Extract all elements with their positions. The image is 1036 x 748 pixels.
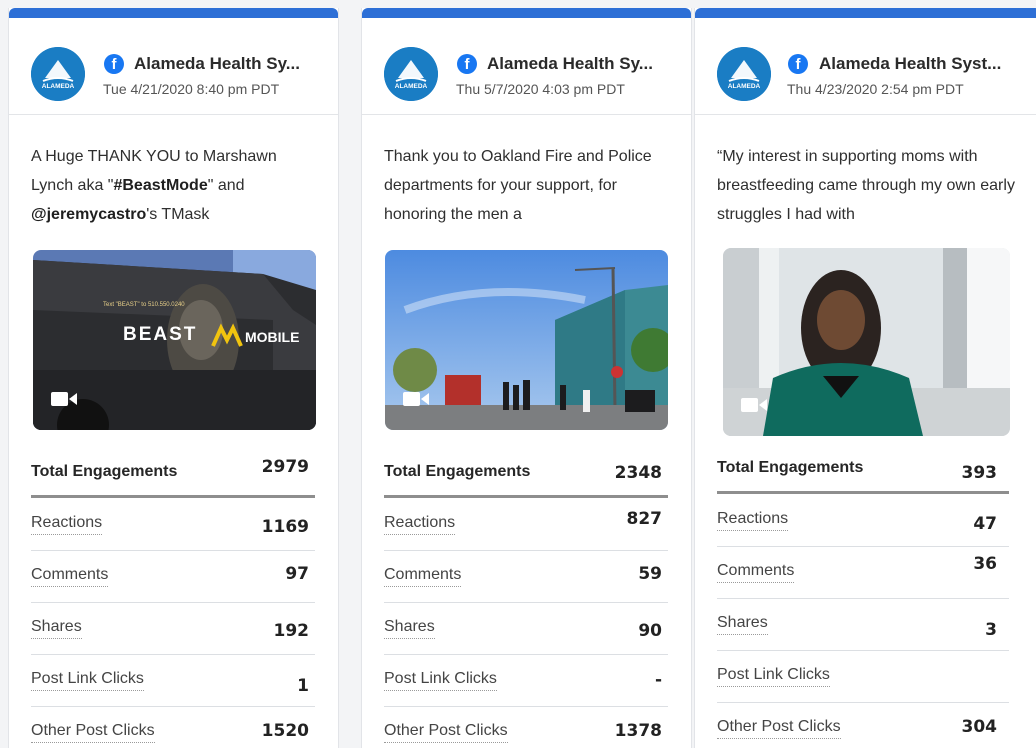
van-sub-text: Text "BEAST" to 510.550.0240: [103, 302, 185, 308]
card-accent-bar: [695, 8, 1036, 18]
video-camera-icon: [741, 398, 767, 412]
metric-label: Total Engagements: [31, 463, 178, 480]
post-video-thumbnail[interactable]: [723, 248, 1010, 436]
metric-other-post-clicks: Other Post Clicks 1520: [31, 706, 315, 748]
post-text-part: 's TMask: [146, 206, 210, 223]
facebook-icon: f: [104, 54, 124, 74]
post-card-3[interactable]: ALAMEDA f Alameda Health Syst... Thu 4/2…: [694, 8, 1036, 748]
metric-value: 1169: [261, 517, 309, 537]
metric-reactions: Reactions 47: [717, 494, 1009, 547]
metric-value: 827: [626, 509, 663, 529]
alameda-logo-icon[interactable]: ALAMEDA: [31, 47, 85, 101]
metric-comments: Comments 36: [717, 546, 1009, 599]
metric-reactions: Reactions 827: [384, 498, 668, 551]
post-text[interactable]: A Huge THANK YOU to Marshawn Lynch aka "…: [31, 142, 316, 229]
metric-label[interactable]: Post Link Clicks: [31, 670, 144, 691]
metric-value: 1: [297, 676, 309, 696]
card-header: ALAMEDA f Alameda Health Sy... Tue 4/21/…: [9, 18, 338, 115]
metric-value: 90: [638, 621, 662, 641]
avatar-text: ALAMEDA: [395, 83, 428, 90]
metric-shares: Shares 192: [31, 602, 315, 655]
post-video-thumbnail[interactable]: [385, 250, 668, 430]
metric-value: 2348: [614, 463, 662, 483]
metric-comments: Comments 97: [31, 550, 315, 603]
metric-shares: Shares 90: [384, 602, 668, 655]
card-header: ALAMEDA f Alameda Health Sy... Thu 5/7/2…: [362, 18, 691, 115]
post-mention[interactable]: @jeremycastro: [31, 206, 146, 223]
van-brand-text-2: MOBILE: [245, 329, 299, 345]
metric-post-link-clicks: Post Link Clicks -: [384, 654, 668, 707]
video-camera-icon: [51, 392, 77, 406]
card-header: ALAMEDA f Alameda Health Syst... Thu 4/2…: [695, 18, 1036, 115]
metric-value: 36: [973, 554, 997, 574]
metric-label[interactable]: Shares: [717, 614, 768, 635]
metric-other-post-clicks: Other Post Clicks 304: [717, 702, 1009, 748]
metric-reactions: Reactions 1169: [31, 498, 315, 551]
metric-label[interactable]: Comments: [384, 566, 462, 587]
post-text[interactable]: “My interest in supporting moms with bre…: [717, 142, 1027, 229]
metric-total-engagements: Total Engagements 393: [717, 445, 1009, 494]
video-camera-icon: [403, 392, 429, 406]
metric-total-engagements: Total Engagements 2979: [31, 449, 315, 498]
metric-value: 2979: [261, 457, 309, 477]
metric-label[interactable]: Other Post Clicks: [31, 722, 155, 743]
metric-label[interactable]: Other Post Clicks: [384, 722, 508, 743]
page-name[interactable]: Alameda Health Syst...: [819, 54, 1024, 74]
post-video-thumbnail[interactable]: BEAST MOBILE Text "BEAST" to 510.550.024…: [33, 250, 316, 430]
post-card-2[interactable]: ALAMEDA f Alameda Health Sy... Thu 5/7/2…: [361, 8, 692, 748]
post-date: Thu 5/7/2020 4:03 pm PDT: [456, 81, 625, 97]
alameda-logo-icon[interactable]: ALAMEDA: [717, 47, 771, 101]
metric-post-link-clicks: Post Link Clicks 1: [31, 654, 315, 707]
metric-value: 59: [638, 564, 662, 584]
metric-value: 47: [973, 514, 997, 534]
post-date: Thu 4/23/2020 2:54 pm PDT: [787, 81, 964, 97]
facebook-icon: f: [788, 54, 808, 74]
metric-value: 192: [273, 621, 310, 641]
metric-total-engagements: Total Engagements 2348: [384, 449, 668, 498]
metric-label[interactable]: Post Link Clicks: [384, 670, 497, 691]
metric-label: Total Engagements: [717, 459, 864, 476]
metric-label: Total Engagements: [384, 463, 531, 480]
metric-label[interactable]: Reactions: [384, 514, 456, 535]
card-accent-bar: [362, 8, 691, 18]
metric-label[interactable]: Comments: [717, 562, 795, 583]
avatar-text: ALAMEDA: [42, 83, 75, 90]
post-card-1[interactable]: ALAMEDA f Alameda Health Sy... Tue 4/21/…: [8, 8, 339, 748]
metric-value: 393: [961, 463, 998, 483]
page-name[interactable]: Alameda Health Sy...: [487, 54, 682, 74]
facebook-icon: f: [457, 54, 477, 74]
metric-value: 97: [285, 564, 309, 584]
metric-label[interactable]: Reactions: [717, 510, 789, 531]
metric-post-link-clicks: Post Link Clicks: [717, 650, 1009, 703]
page-name[interactable]: Alameda Health Sy...: [134, 54, 329, 74]
post-hashtag[interactable]: #BeastMode: [113, 177, 207, 194]
avatar-text: ALAMEDA: [728, 83, 761, 90]
metric-value: 1520: [261, 721, 309, 741]
metric-other-post-clicks: Other Post Clicks 1378: [384, 706, 668, 748]
post-date: Tue 4/21/2020 8:40 pm PDT: [103, 81, 280, 97]
card-accent-bar: [9, 8, 338, 18]
metric-label[interactable]: Reactions: [31, 514, 103, 535]
metric-label[interactable]: Other Post Clicks: [717, 718, 841, 739]
text-fade: [614, 200, 654, 229]
metric-value: 1378: [614, 721, 662, 741]
metric-value: -: [654, 670, 662, 690]
alameda-logo-icon[interactable]: ALAMEDA: [384, 47, 438, 101]
metric-value: 3: [985, 620, 997, 640]
metric-label[interactable]: Shares: [384, 618, 435, 639]
post-text-part: Thank you to Oakland Fire and Police dep…: [384, 148, 652, 223]
post-text-part: " and: [207, 177, 245, 194]
metric-label[interactable]: Post Link Clicks: [717, 666, 830, 687]
post-text-part: “My interest in supporting moms with bre…: [717, 148, 1015, 223]
metric-label[interactable]: Shares: [31, 618, 82, 639]
metric-label[interactable]: Comments: [31, 566, 109, 587]
metric-value: 304: [961, 717, 998, 737]
post-text[interactable]: Thank you to Oakland Fire and Police dep…: [384, 142, 654, 229]
metric-comments: Comments 59: [384, 550, 668, 603]
metric-shares: Shares 3: [717, 598, 1009, 651]
van-brand-text: BEAST: [123, 324, 197, 345]
